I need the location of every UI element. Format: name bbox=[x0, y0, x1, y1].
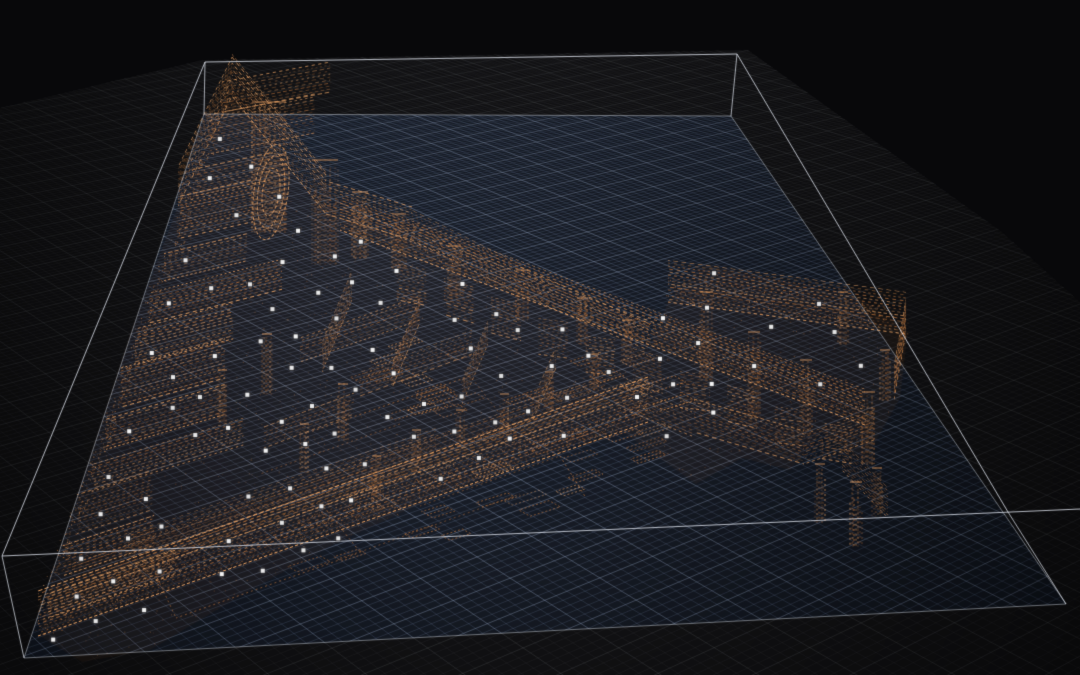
point-cloud-3d-viewport[interactable] bbox=[0, 0, 1080, 675]
viewer-root bbox=[0, 0, 1080, 675]
